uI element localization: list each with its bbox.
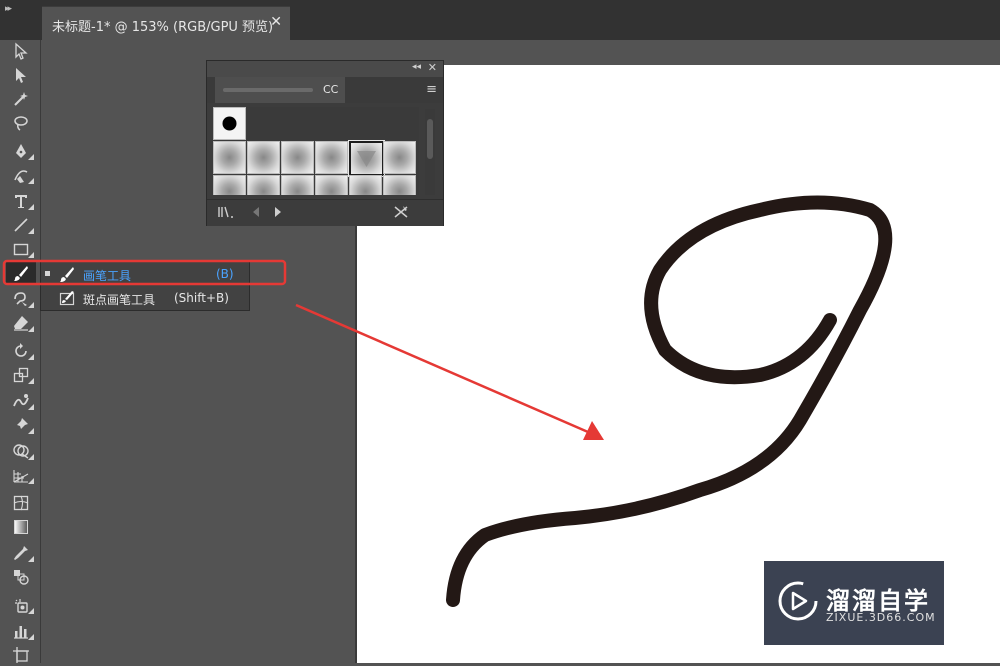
- brush-texture[interactable]: [383, 141, 416, 174]
- document-tab-title: 未标题-1* @ 153% (RGB/GPU 预览): [52, 20, 274, 35]
- mesh-icon: [13, 495, 29, 511]
- panel-scrollbar[interactable]: [425, 109, 435, 195]
- shaper-tool[interactable]: [6, 288, 36, 310]
- direct-selection-tool[interactable]: [6, 64, 36, 86]
- panel-menu-icon[interactable]: ≡: [426, 82, 437, 97]
- scrollbar-thumb[interactable]: [427, 119, 433, 159]
- brush-texture[interactable]: [281, 175, 314, 195]
- brush-texture[interactable]: [247, 175, 280, 195]
- brush-texture[interactable]: [383, 175, 416, 195]
- remove-brush-stroke-icon[interactable]: [393, 205, 409, 222]
- brush-tool-flyout: 画笔工具 (B) 斑点画笔工具 (Shift+B): [40, 261, 250, 311]
- brush-texture[interactable]: [213, 141, 246, 174]
- brush-texture[interactable]: [247, 141, 280, 174]
- close-panel-icon[interactable]: ✕: [428, 61, 437, 74]
- watermark: 溜溜自学 ZIXUE.3D66.COM: [764, 561, 944, 645]
- direct-selection-arrow-icon: [16, 68, 26, 83]
- previous-library-icon[interactable]: [251, 205, 261, 222]
- paintbrush-tool[interactable]: [6, 262, 36, 284]
- blob-brush-icon: [59, 291, 75, 306]
- panel-header[interactable]: ◂◂ ✕: [207, 61, 443, 77]
- document-tab[interactable]: 未标题-1* @ 153% (RGB/GPU 预览) ✕: [42, 6, 290, 41]
- gradient-icon: [14, 520, 28, 534]
- symbol-sprayer-tool[interactable]: [6, 594, 36, 616]
- paintbrush-icon: [60, 267, 74, 282]
- artboard-icon: [13, 647, 29, 663]
- brush-texture[interactable]: [281, 141, 314, 174]
- selected-indicator-icon: [45, 271, 50, 276]
- eraser-tool[interactable]: [6, 312, 36, 334]
- shape-builder-tool[interactable]: [6, 440, 36, 462]
- perspective-grid-tool[interactable]: [6, 464, 36, 486]
- brush-thumbnail-grid: [213, 107, 419, 195]
- document-tab-close-icon[interactable]: ✕: [270, 14, 282, 30]
- paintbrush-icon: [14, 266, 28, 281]
- lasso-icon: [14, 116, 28, 131]
- panel-tab-bar: CC ≡: [207, 77, 443, 103]
- brush-texture[interactable]: [349, 175, 382, 195]
- curvature-tool[interactable]: [6, 164, 36, 186]
- play-logo-icon: [778, 581, 818, 621]
- blend-tool[interactable]: [6, 566, 36, 588]
- selection-arrow-icon: [15, 42, 28, 60]
- magic-wand-icon: [14, 92, 28, 106]
- blurred-tab-name: [223, 88, 313, 92]
- flyout-item-shortcut: (B): [216, 267, 234, 281]
- flyout-item-paintbrush[interactable]: 画笔工具 (B): [41, 262, 249, 286]
- watermark-url: ZIXUE.3D66.COM: [826, 611, 936, 624]
- collapse-panel-icon[interactable]: ◂◂: [412, 62, 421, 72]
- column-graph-tool[interactable]: [6, 620, 36, 642]
- panel-grip-icon[interactable]: ▸▸: [5, 4, 12, 14]
- tab-suffix: CC: [323, 83, 339, 96]
- tools-panel: [0, 40, 41, 663]
- flyout-item-blob-brush[interactable]: 斑点画笔工具 (Shift+B): [41, 286, 249, 310]
- selection-tool[interactable]: [6, 40, 36, 62]
- round-brush-dot-icon: [222, 116, 237, 131]
- magic-wand-tool[interactable]: [6, 88, 36, 110]
- gradient-tool[interactable]: [6, 516, 36, 538]
- next-library-icon[interactable]: [273, 205, 283, 222]
- type-tool[interactable]: [6, 190, 36, 212]
- puppet-warp-tool[interactable]: [6, 414, 36, 436]
- scale-tool[interactable]: [6, 364, 36, 386]
- flyout-item-shortcut: (Shift+B): [174, 291, 229, 305]
- brush-texture[interactable]: [213, 175, 246, 195]
- triangle-brush-icon: [357, 151, 376, 167]
- blend-icon: [14, 570, 29, 585]
- warp-tool[interactable]: [6, 390, 36, 412]
- flyout-item-label: 斑点画笔工具: [83, 293, 156, 307]
- brushes-panel: ◂◂ ✕ CC ≡: [206, 60, 444, 226]
- brush-texture-selected[interactable]: [349, 141, 384, 176]
- eyedropper-tool[interactable]: [6, 542, 36, 564]
- pen-tool[interactable]: [6, 140, 36, 162]
- panel-footer: [207, 199, 443, 226]
- rotate-tool[interactable]: [6, 340, 36, 362]
- brush-library-tab[interactable]: CC: [215, 77, 345, 103]
- brush-libraries-menu-icon[interactable]: [217, 205, 235, 222]
- document-tab-bar: ▸▸ 未标题-1* @ 153% (RGB/GPU 预览) ✕: [0, 0, 1000, 41]
- line-segment-tool[interactable]: [6, 214, 36, 236]
- lasso-tool[interactable]: [6, 112, 36, 134]
- brush-texture[interactable]: [315, 141, 348, 174]
- rectangle-tool[interactable]: [6, 238, 36, 260]
- brush-texture[interactable]: [315, 175, 348, 195]
- mesh-tool[interactable]: [6, 492, 36, 514]
- brush-round-black[interactable]: [213, 107, 246, 140]
- flyout-item-label: 画笔工具: [83, 269, 132, 283]
